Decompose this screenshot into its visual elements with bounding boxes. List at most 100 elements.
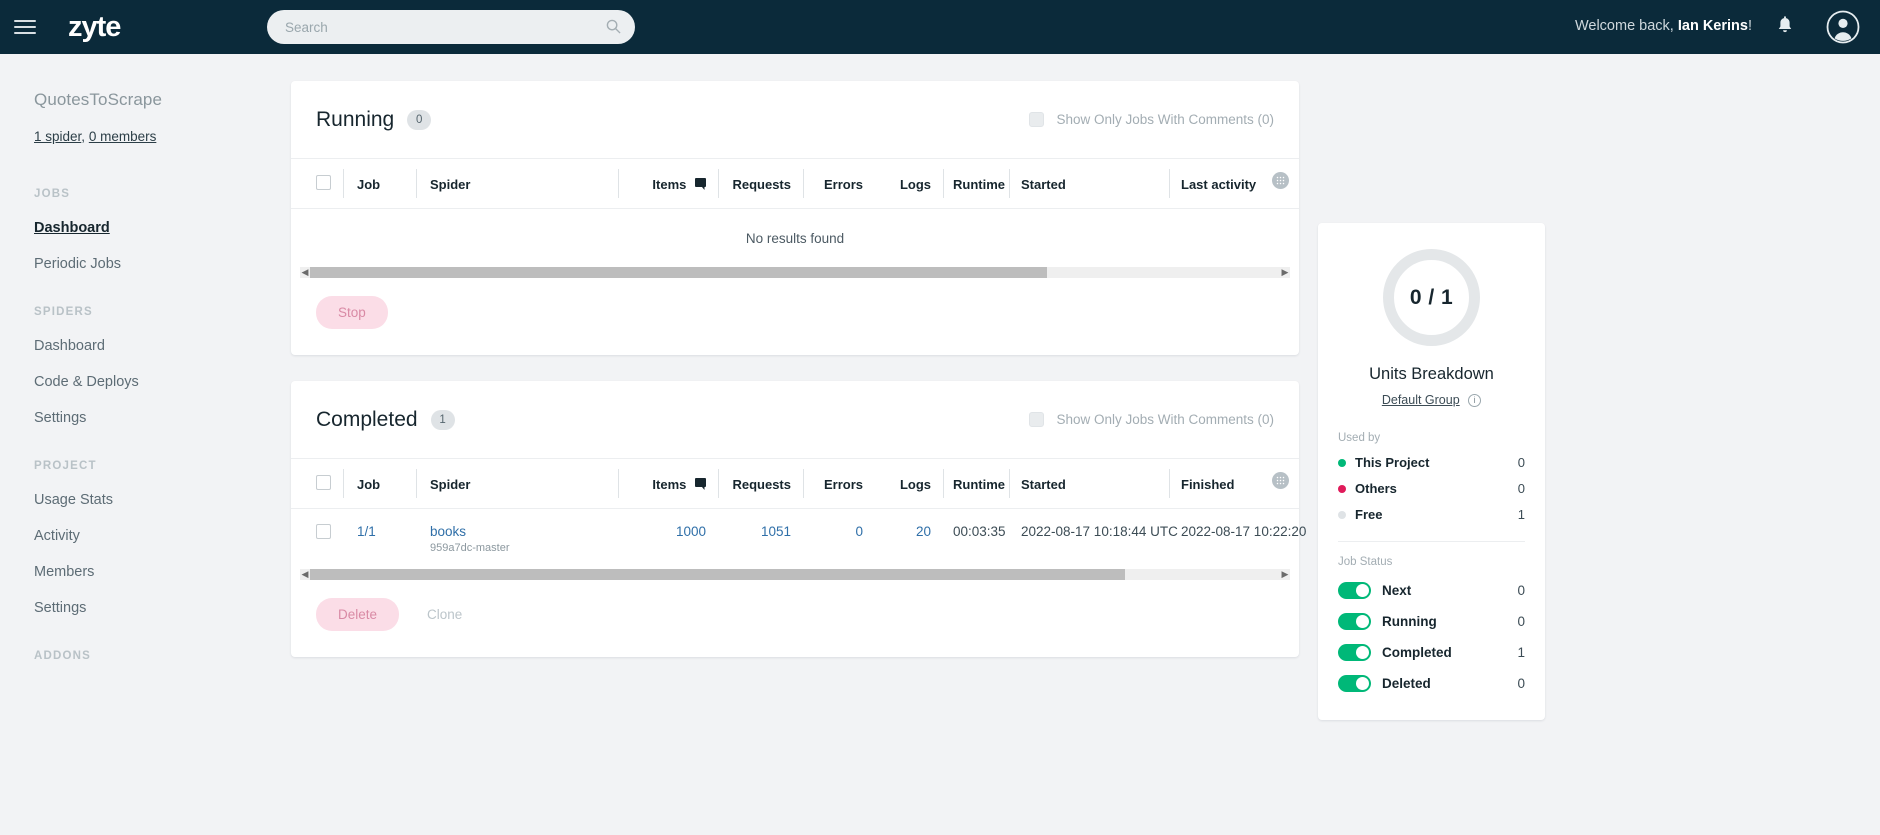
completed-col-items[interactable]: Items [618, 459, 718, 509]
welcome-suffix: ! [1747, 18, 1752, 34]
row-items-link[interactable]: 1000 [618, 509, 718, 570]
clone-button[interactable]: Clone [413, 598, 476, 631]
row-logs-link[interactable]: 20 [875, 509, 943, 570]
project-meta: 1 spider, 0 members [34, 129, 291, 144]
sidebar-item-code-deploys[interactable]: Code & Deploys [34, 374, 139, 390]
completed-col-requests[interactable]: Requests [718, 459, 803, 509]
page-body: QuotesToScrape 1 spider, 0 members JOBS … [0, 54, 1880, 835]
spiders-count-link[interactable]: 1 spider [34, 129, 81, 144]
completed-col-started[interactable]: Started [1009, 459, 1169, 509]
running-comments-filter-checkbox[interactable] [1029, 112, 1045, 127]
scroll-right-icon[interactable]: ▶ [1280, 267, 1290, 278]
completed-select-all-checkbox[interactable] [316, 475, 331, 490]
completed-col-errors[interactable]: Errors [803, 459, 875, 509]
info-icon[interactable]: i [1468, 393, 1482, 407]
top-navigation-bar: zyte Welcome back, Ian Kerins! [0, 0, 1880, 54]
row-runtime: 00:03:35 [953, 524, 1006, 539]
completed-count-badge: 1 [430, 409, 455, 430]
running-col-started[interactable]: Started [1009, 159, 1169, 209]
default-group-link[interactable]: Default Group [1382, 393, 1460, 407]
sidebar-item-jobs-dashboard[interactable]: Dashboard [34, 220, 110, 236]
project-title: QuotesToScrape [34, 90, 163, 109]
completed-card-header: Completed 1 Show Only Jobs With Comments… [291, 381, 1299, 459]
completed-scroll-track[interactable] [310, 569, 1280, 580]
running-col-last-activity-label: Last activity [1181, 176, 1257, 192]
completed-horizontal-scrollbar[interactable]: ◀ ▶ [300, 569, 1290, 580]
running-select-all-header [291, 159, 343, 209]
completed-card-title: Completed [316, 407, 418, 431]
row-spider-link[interactable]: books [430, 524, 466, 539]
scroll-left-icon[interactable]: ◀ [300, 267, 310, 278]
units-breakdown-panel: 0 / 1 Units Breakdown Default Group i Us… [1318, 223, 1545, 720]
completed-select-all-header [291, 459, 343, 509]
scroll-left-icon[interactable]: ◀ [300, 569, 310, 580]
members-count-link[interactable]: 0 members [89, 129, 157, 144]
job-status-value: 0 [1517, 614, 1525, 629]
running-select-all-checkbox[interactable] [316, 175, 331, 190]
job-status-label: Job Status [1338, 556, 1393, 568]
job-status-row-deleted: Deleted 0 [1338, 675, 1525, 692]
sidebar-item-spiders-dashboard[interactable]: Dashboard [34, 338, 105, 354]
running-col-last-activity[interactable]: Last activity [1169, 159, 1299, 209]
user-avatar[interactable] [1826, 10, 1860, 44]
menu-icon[interactable] [14, 13, 42, 41]
completed-col-finished[interactable]: Finished [1169, 459, 1299, 509]
sidebar-item-periodic-jobs[interactable]: Periodic Jobs [34, 256, 121, 272]
running-col-job[interactable]: Job [343, 159, 416, 209]
column-chooser-icon[interactable] [1272, 172, 1289, 189]
running-horizontal-scrollbar[interactable]: ◀ ▶ [300, 267, 1290, 278]
row-job-link[interactable]: 1/1 [343, 509, 416, 570]
completed-comments-filter-checkbox[interactable] [1029, 412, 1045, 427]
completed-col-runtime[interactable]: Runtime [943, 459, 1009, 509]
column-chooser-icon[interactable] [1272, 472, 1289, 489]
used-by-value: 0 [1517, 481, 1525, 496]
running-col-items[interactable]: Items [618, 159, 718, 209]
toggle-running[interactable] [1338, 613, 1371, 630]
running-col-runtime[interactable]: Runtime [943, 159, 1009, 209]
running-col-errors[interactable]: Errors [803, 159, 875, 209]
table-row[interactable]: 1/1 books 959a7dc-master 1000 1051 0 20 … [291, 509, 1306, 570]
completed-col-spider[interactable]: Spider [416, 459, 618, 509]
notifications-bell-icon[interactable] [1774, 15, 1796, 39]
sidebar-item-activity[interactable]: Activity [34, 528, 80, 544]
used-by-name: Free [1355, 507, 1383, 522]
running-col-requests[interactable]: Requests [718, 159, 803, 209]
job-status-name: Running [1382, 614, 1437, 629]
running-scroll-thumb[interactable] [310, 267, 1048, 278]
used-by-name: Others [1355, 481, 1397, 496]
nav-group-label-spiders: SPIDERS [34, 306, 93, 318]
completed-col-logs[interactable]: Logs [875, 459, 943, 509]
running-col-logs[interactable]: Logs [875, 159, 943, 209]
used-by-row-this-project: This Project 0 [1338, 455, 1525, 470]
sidebar-item-usage-stats[interactable]: Usage Stats [34, 492, 113, 508]
zyte-logo[interactable]: zyte [68, 12, 121, 42]
row-errors-link[interactable]: 0 [803, 509, 875, 570]
row-select-cell [291, 509, 343, 570]
search-input[interactable] [267, 10, 635, 44]
panel-divider [1338, 541, 1525, 542]
toggle-deleted[interactable] [1338, 675, 1371, 692]
row-requests-link[interactable]: 1051 [718, 509, 803, 570]
status-dot [1338, 484, 1346, 493]
row-select-checkbox[interactable] [316, 524, 331, 539]
completed-scroll-thumb[interactable] [310, 569, 1125, 580]
completed-card-actions: Delete Clone [291, 580, 1299, 657]
running-col-spider[interactable]: Spider [416, 159, 618, 209]
job-status-name: Deleted [1382, 676, 1431, 691]
meta-separator: , [81, 129, 89, 144]
sidebar-item-project-settings[interactable]: Settings [34, 600, 86, 616]
used-by-value: 0 [1517, 455, 1525, 470]
stop-button[interactable]: Stop [316, 296, 388, 329]
sidebar-item-spiders-settings[interactable]: Settings [34, 410, 86, 426]
toggle-completed[interactable] [1338, 644, 1371, 661]
job-status-value: 0 [1517, 583, 1525, 598]
scroll-right-icon[interactable]: ▶ [1280, 569, 1290, 580]
running-scroll-track[interactable] [310, 267, 1280, 278]
sidebar-item-members[interactable]: Members [34, 564, 94, 580]
completed-col-job[interactable]: Job [343, 459, 416, 509]
units-donut-value: 0 / 1 [1409, 285, 1454, 309]
nav-group-label-addons: ADDONS [34, 650, 92, 662]
nav-group-label-project: PROJECT [34, 460, 97, 472]
toggle-next[interactable] [1338, 582, 1371, 599]
delete-button[interactable]: Delete [316, 598, 400, 631]
